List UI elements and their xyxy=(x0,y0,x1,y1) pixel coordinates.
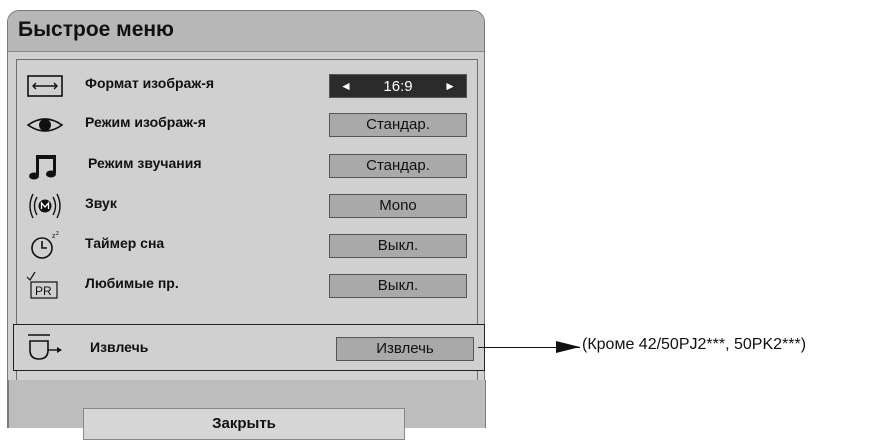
menu-item-label: Таймер сна xyxy=(85,235,165,251)
menu-item-picture-mode[interactable]: Режим изображ-я Стандар. xyxy=(17,105,477,145)
menu-item-aspect-ratio[interactable]: Формат изображ-я ◄ 16:9 ► xyxy=(17,66,477,106)
menu-item-eject[interactable]: Извлечь Извлечь xyxy=(13,324,485,371)
arrow-left-icon[interactable]: ◄ xyxy=(340,79,352,93)
aspect-ratio-selector[interactable]: ◄ 16:9 ► xyxy=(329,74,467,98)
menu-item-label: Любимые пр. xyxy=(85,275,179,291)
arrow-right-icon[interactable]: ► xyxy=(444,79,456,93)
selector-value: 16:9 xyxy=(383,77,413,95)
favorite-pr-icon: PR xyxy=(25,269,65,303)
favorite-value[interactable]: Выкл. xyxy=(329,274,467,298)
menu-header: Быстрое меню xyxy=(8,11,484,52)
menu-item-sound-mode[interactable]: Режим звучания Стандар. xyxy=(17,146,477,186)
menu-item-label: Режим звучания xyxy=(88,155,202,171)
audio-value[interactable]: Mono xyxy=(329,194,467,218)
menu-item-favorite[interactable]: PR Любимые пр. Выкл. xyxy=(17,266,477,306)
eye-icon xyxy=(25,108,65,142)
menu-item-label: Режим изображ-я xyxy=(85,114,206,130)
aspect-ratio-icon xyxy=(25,69,65,103)
menu-item-label: Извлечь xyxy=(90,339,149,355)
sleep-timer-value[interactable]: Выкл. xyxy=(329,234,467,258)
menu-item-sleep-timer[interactable]: z z Таймер сна Выкл. xyxy=(17,226,477,266)
picture-mode-value[interactable]: Стандар. xyxy=(329,113,467,137)
callout-arrow-icon xyxy=(556,341,580,353)
svg-text:z: z xyxy=(56,231,59,237)
eject-value[interactable]: Извлечь xyxy=(336,337,474,361)
close-button[interactable]: Закрыть xyxy=(83,408,405,440)
menu-item-audio[interactable]: Звук Mono xyxy=(17,186,477,226)
menu-item-label: Звук xyxy=(85,195,117,211)
eject-icon xyxy=(24,330,64,364)
menu-title: Быстрое меню xyxy=(18,18,174,41)
quick-menu-panel: Быстрое меню Формат изображ-я ◄ 16:9 ► Р… xyxy=(7,10,485,428)
svg-text:PR: PR xyxy=(35,284,52,298)
mono-sound-icon xyxy=(25,189,65,223)
callout-note: (Кроме 42/50PJ2***, 50PK2***) xyxy=(582,336,807,353)
menu-item-label: Формат изображ-я xyxy=(85,75,215,91)
music-note-icon xyxy=(25,149,65,183)
sound-mode-value[interactable]: Стандар. xyxy=(329,154,467,178)
sleep-timer-icon: z z xyxy=(25,229,65,263)
